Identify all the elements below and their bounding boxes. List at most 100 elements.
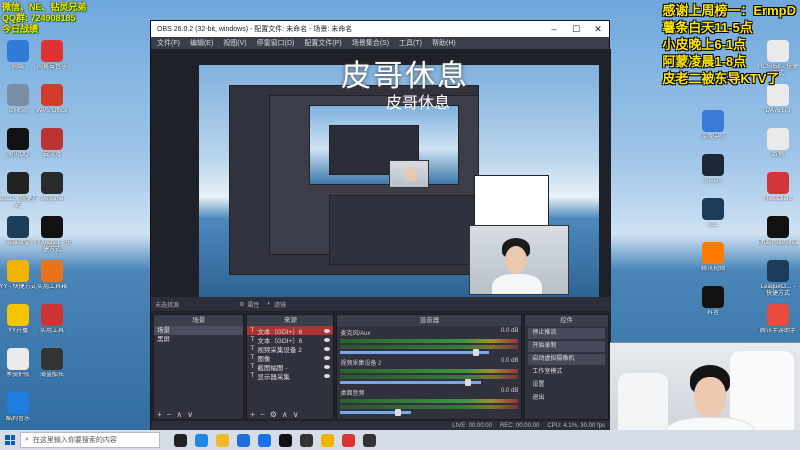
desktop-shortcut[interactable]: 海盗船长 <box>34 348 70 386</box>
obs-menu-item[interactable]: 停靠窗口(D) <box>257 38 295 48</box>
scene-item[interactable]: 场景 <box>154 326 244 335</box>
lol-icon <box>7 216 29 238</box>
desktop-shortcut[interactable]: DA76173 <box>760 84 796 122</box>
desktop-icons-inner: 游戏中心 Steam LoL 腾讯视频抖音 <box>695 110 731 324</box>
desktop-shortcut[interactable]: 回收站 <box>0 84 36 122</box>
visibility-eye-icon[interactable] <box>324 337 331 342</box>
task-view-icon[interactable] <box>174 433 187 447</box>
obs-menu-item[interactable]: 帮助(H) <box>432 38 456 48</box>
desktop-shortcut[interactable]: Riot Client <box>760 172 796 210</box>
desktop-shortcut[interactable]: 酷狗音乐 <box>0 392 36 430</box>
volume-slider[interactable] <box>340 349 490 356</box>
desktop-shortcut[interactable]: LeagueCl... - 快捷方式 <box>760 260 796 298</box>
desktop-shortcut[interactable]: 腾讯手游助手 <box>760 304 796 342</box>
steam-icon <box>702 154 724 176</box>
cloud-game-icon <box>41 128 63 150</box>
obs-preview[interactable]: 皮哥休息 皮哥休息 <box>151 49 611 312</box>
desktop-shortcut[interactable]: YY - 快捷方式 <box>0 260 37 298</box>
visibility-eye-icon[interactable] <box>324 364 331 369</box>
move-down-icon[interactable]: ∨ <box>187 410 193 419</box>
visibility-eye-icon[interactable] <box>324 373 331 378</box>
desktop-shortcut[interactable]: 游戏中心 <box>695 110 731 148</box>
obs-menu-item[interactable]: 编辑(E) <box>190 38 213 48</box>
close-icon[interactable]: ✕ <box>587 24 609 35</box>
move-down-icon[interactable]: ∨ <box>293 410 299 419</box>
text-source-icon: T <box>250 345 255 352</box>
desktop-shortcut[interactable]: obs32 - 快捷方式 <box>0 172 38 210</box>
control-button[interactable]: 开始录制 <box>528 341 605 352</box>
remove-icon[interactable]: − <box>260 410 265 419</box>
properties-button[interactable]: 属性 <box>247 300 259 309</box>
add-icon[interactable]: + <box>157 410 162 419</box>
desktop-shortcut-label: 酷狗音乐 <box>5 416 30 422</box>
netease-music-icon <box>41 40 63 62</box>
desktop-shortcut[interactable]: 英雄联盟 <box>0 216 36 254</box>
qq-icon[interactable] <box>279 433 292 447</box>
volume-slider[interactable] <box>340 409 411 416</box>
desktop-shortcut[interactable]: Steam <box>695 154 731 192</box>
desktop-shortcut[interactable]: Phasmophobia <box>758 216 798 254</box>
desktop-shortcut[interactable]: 实用工具 <box>34 304 70 342</box>
maximize-icon[interactable]: ☐ <box>565 24 587 35</box>
desktop-shortcut[interactable]: 腾讯QQ <box>0 128 36 166</box>
desktop-shortcut-label: LoL <box>707 222 718 228</box>
obs-menu-item[interactable]: 配置文件(P) <box>304 38 341 48</box>
minimize-icon[interactable]: – <box>543 24 565 35</box>
volume-slider[interactable] <box>340 379 482 386</box>
netease-music-icon[interactable] <box>342 433 355 447</box>
desktop-shortcut[interactable]: 数据 <box>760 128 796 166</box>
filters-button[interactable]: 滤镜 <box>274 300 286 309</box>
desktop-shortcut[interactable]: 抖音 <box>695 286 731 324</box>
desktop-shortcut[interactable]: 腾讯视频 <box>695 242 731 280</box>
scene-item[interactable]: 黑屏 <box>154 335 243 344</box>
tiktok-icon <box>702 286 724 308</box>
audio-meter <box>340 345 519 349</box>
control-button[interactable]: 退出 <box>528 393 605 404</box>
wegame-icon[interactable] <box>363 433 376 447</box>
desktop-shortcut[interactable]: 黑骑护航 <box>0 348 36 386</box>
mail-icon[interactable] <box>258 433 271 447</box>
desktop-shortcut[interactable]: WPS Office <box>34 84 70 122</box>
visibility-eye-icon[interactable] <box>324 328 331 333</box>
control-button[interactable]: 启动虚拟摄像机 <box>528 354 605 365</box>
store-icon[interactable] <box>237 433 250 447</box>
source-item[interactable]: T 显示器采集 <box>247 371 333 381</box>
obs-menu-item[interactable]: 工具(T) <box>399 38 422 48</box>
desktop-shortcut[interactable]: LoL <box>695 198 731 236</box>
taskbar-search[interactable]: ⌕ 在这里输入你要搜索的内容 <box>20 432 160 448</box>
obs-menu-item[interactable]: 文件(F) <box>157 38 180 48</box>
desktop-shortcut[interactable]: YYAnchor - 快捷方式 <box>33 216 71 254</box>
recycle-bin-icon <box>7 84 29 106</box>
filter-icon[interactable]: ◐ <box>267 301 271 307</box>
obs-titlebar[interactable]: OBS 26.0.2 (32-bit, windows) - 配置文件: 未命名… <box>151 21 609 37</box>
edge-icon[interactable] <box>195 433 208 447</box>
gear-icon[interactable]: ⚙ <box>239 301 244 308</box>
start-button[interactable] <box>0 430 20 450</box>
yy-icon[interactable] <box>321 433 334 447</box>
desktop-shortcut[interactable]: 实用工具箱 <box>34 260 70 298</box>
desktop-shortcut[interactable]: 网络 <box>0 40 36 78</box>
obs-menu-item[interactable]: 视图(V) <box>223 38 246 48</box>
desktop-shortcut[interactable]: 云游戏 <box>34 128 70 166</box>
visibility-eye-icon[interactable] <box>324 346 331 351</box>
control-button[interactable]: 工作室模式 <box>528 367 605 378</box>
yy-live-icon <box>7 304 29 326</box>
controls-dock: 控件 停止推流 开始录制 启动虚拟摄像机 工作室模式 设置 退出 <box>524 314 609 420</box>
gear-icon[interactable]: ⚙ <box>270 410 277 419</box>
add-icon[interactable]: + <box>250 410 255 419</box>
explorer-icon[interactable] <box>216 433 229 447</box>
search-placeholder: 在这里输入你要搜索的内容 <box>32 437 117 444</box>
obs-menu-item[interactable]: 场景集合(S) <box>352 38 389 48</box>
visibility-eye-icon[interactable] <box>324 355 331 360</box>
move-up-icon[interactable]: ∧ <box>282 410 288 419</box>
obs-window[interactable]: OBS 26.0.2 (32-bit, windows) - 配置文件: 未命名… <box>150 20 611 432</box>
control-button[interactable]: 停止推流 <box>528 328 605 339</box>
remove-icon[interactable]: − <box>167 410 172 419</box>
control-button[interactable]: 设置 <box>528 380 605 391</box>
stream-overlay-right: 感谢上周榜一：ErmpD 薯条白天11-5点 小皮晚上6-1点 阿蒙凌晨1-8点… <box>662 2 796 87</box>
obs-icon[interactable] <box>300 433 313 447</box>
desktop-shortcut[interactable]: wegame <box>34 172 70 210</box>
desktop-shortcut[interactable]: 网易云音乐 <box>34 40 70 78</box>
desktop-shortcut[interactable]: YY开播 <box>0 304 36 342</box>
move-up-icon[interactable]: ∧ <box>176 410 182 419</box>
